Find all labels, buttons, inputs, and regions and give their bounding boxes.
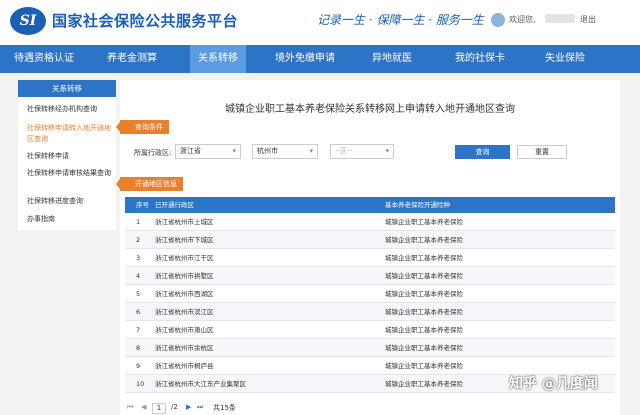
table-row: 4 浙江省杭州市拱墅区 城镇企业职工基本养老保险 xyxy=(125,267,615,285)
cell-region: 浙江省杭州市江干区 xyxy=(155,254,214,262)
record-count: 共15条 xyxy=(213,404,236,412)
col-header-region: 已开通行政区 xyxy=(155,201,194,209)
last-page-icon[interactable]: ⏭ xyxy=(197,403,203,412)
masked-username xyxy=(545,14,575,23)
table-row: 3 浙江省杭州市江干区 城镇企业职工基本养老保险 xyxy=(125,249,615,267)
sidebar-item-progress[interactable]: 社保转移进度查询 xyxy=(27,196,111,207)
cell-index: 7 xyxy=(136,326,141,334)
city-value: 杭州市 xyxy=(257,147,278,155)
si-logo-icon[interactable]: SI xyxy=(10,7,46,35)
cell-region: 浙江省杭州市大江东产业集聚区 xyxy=(155,380,246,388)
header-bar: SI 国家社会保险公共服务平台 记录一生 · 保障一生 · 服务一生 欢迎您, … xyxy=(0,0,640,45)
chevron-down-icon: ▾ xyxy=(385,147,389,155)
cell-insurance: 城镇企业职工基本养老保险 xyxy=(385,326,463,334)
sidebar-item-open-area-query[interactable]: 社保转移申请转入地开通地区查询 xyxy=(27,123,111,145)
cell-index: 1 xyxy=(136,218,141,226)
nav-item-pension-calc[interactable]: 养老金测算 xyxy=(88,45,176,73)
col-header-index: 序号 xyxy=(136,201,149,209)
cell-index: 8 xyxy=(136,344,141,352)
sidebar-item-transfer-apply[interactable]: 社保转移申请 xyxy=(27,151,111,162)
province-select[interactable]: 浙江省 ▾ xyxy=(175,144,241,159)
main-nav: 待遇资格认证 养老金测算 关系转移 境外免缴申请 异地就医 我的社保卡 失业保险 xyxy=(0,45,640,73)
user-avatar-icon xyxy=(491,13,505,27)
cell-region: 浙江省杭州市西湖区 xyxy=(155,290,214,298)
cell-insurance: 城镇企业职工基本养老保险 xyxy=(385,272,463,280)
current-page-input[interactable]: 1 xyxy=(152,403,166,414)
cell-insurance: 城镇企业职工基本养老保险 xyxy=(385,380,463,388)
table-header: 序号 已开通行政区 基本养老保险开通险种 xyxy=(125,197,615,213)
sidebar-item-guide[interactable]: 办事指南 xyxy=(27,214,111,225)
sidebar-item-agency-query[interactable]: 社保转移经办机构查询 xyxy=(27,104,111,115)
query-conditions-tag: 查询条件 xyxy=(116,120,169,134)
cell-region: 浙江省杭州市余杭区 xyxy=(155,344,214,352)
cell-region: 浙江省杭州市下城区 xyxy=(155,236,214,244)
first-page-icon[interactable]: ⏮ xyxy=(127,403,133,412)
cell-index: 4 xyxy=(136,272,141,280)
next-page-icon[interactable]: ▶ xyxy=(186,403,191,411)
cell-index: 3 xyxy=(136,254,141,262)
nav-item-overseas[interactable]: 境外免缴申请 xyxy=(260,45,350,73)
reset-button[interactable]: 重置 xyxy=(517,145,567,159)
logout-link[interactable]: 退出 xyxy=(580,14,596,25)
cell-insurance: 城镇企业职工基本养老保险 xyxy=(385,344,463,352)
col-header-insurance: 基本养老保险开通险种 xyxy=(385,201,450,209)
district-placeholder: --区-- xyxy=(335,147,353,155)
cell-region: 浙江省杭州市萧山区 xyxy=(155,326,214,334)
region-label: 所属行政区: xyxy=(134,149,172,157)
cell-index: 6 xyxy=(136,308,141,316)
cell-region: 浙江省杭州市上城区 xyxy=(155,218,214,226)
table-row: 2 浙江省杭州市下城区 城镇企业职工基本养老保险 xyxy=(125,231,615,249)
table-row: 8 浙江省杭州市余杭区 城镇企业职工基本养老保险 xyxy=(125,339,615,357)
pagination: ⏮ ◀ 1 /2 ▶ ⏭ 共15条 xyxy=(125,403,615,415)
nav-item-unemployment[interactable]: 失业保险 xyxy=(530,45,600,73)
main-panel: 城镇企业职工基本养老保险关系转移网上申请转入地开通地区查询 查询条件 所属行政区… xyxy=(116,80,620,415)
chevron-down-icon: ▾ xyxy=(309,147,313,155)
site-title[interactable]: 国家社会保险公共服务平台 xyxy=(52,10,238,31)
nav-item-qualification[interactable]: 待遇资格认证 xyxy=(0,45,88,73)
page-title: 城镇企业职工基本养老保险关系转移网上申请转入地开通地区查询 xyxy=(225,104,515,115)
cell-region: 浙江省杭州市桐庐县 xyxy=(155,362,214,370)
open-area-tag: 开通地区信息 xyxy=(116,177,183,191)
page-total-text: /2 xyxy=(171,403,178,411)
city-select[interactable]: 杭州市 ▾ xyxy=(252,144,318,159)
cell-insurance: 城镇企业职工基本养老保险 xyxy=(385,218,463,226)
cell-index: 2 xyxy=(136,236,141,244)
province-value: 浙江省 xyxy=(180,147,201,155)
sidebar-item-review-result[interactable]: 社保转移申请审核结果查询 xyxy=(27,168,111,179)
welcome-text: 欢迎您, xyxy=(509,15,536,24)
cell-index: 5 xyxy=(136,290,141,298)
table-row: 1 浙江省杭州市上城区 城镇企业职工基本养老保险 xyxy=(125,213,615,231)
nav-item-transfer[interactable]: 关系转移 xyxy=(190,45,246,73)
cell-insurance: 城镇企业职工基本养老保险 xyxy=(385,362,463,370)
slogan: 记录一生 · 保障一生 · 服务一生 xyxy=(317,13,484,27)
cell-insurance: 城镇企业职工基本养老保险 xyxy=(385,308,463,316)
cell-index: 9 xyxy=(136,362,141,370)
sidebar-header: 关系转移 xyxy=(18,80,116,97)
cell-index: 10 xyxy=(136,380,145,388)
cell-region: 浙江省杭州市滨江区 xyxy=(155,308,214,316)
watermark: 知乎 @几度闻 xyxy=(509,376,598,392)
cell-insurance: 城镇企业职工基本养老保险 xyxy=(385,254,463,262)
chevron-down-icon: ▾ xyxy=(232,147,236,155)
cell-insurance: 城镇企业职工基本养老保险 xyxy=(385,290,463,298)
query-button[interactable]: 查询 xyxy=(455,145,510,159)
table-row: 7 浙江省杭州市萧山区 城镇企业职工基本养老保险 xyxy=(125,321,615,339)
sidebar: 关系转移 社保转移经办机构查询 社保转移申请转入地开通地区查询 社保转移申请 社… xyxy=(18,80,116,230)
cell-region: 浙江省杭州市拱墅区 xyxy=(155,272,214,280)
nav-item-medical[interactable]: 异地就医 xyxy=(360,45,424,73)
nav-item-social-card[interactable]: 我的社保卡 xyxy=(438,45,522,73)
cell-insurance: 城镇企业职工基本养老保险 xyxy=(385,236,463,244)
table-row: 5 浙江省杭州市西湖区 城镇企业职工基本养老保险 xyxy=(125,285,615,303)
table-row: 6 浙江省杭州市滨江区 城镇企业职工基本养老保险 xyxy=(125,303,615,321)
prev-page-icon[interactable]: ◀ xyxy=(141,403,146,411)
district-select[interactable]: --区-- ▾ xyxy=(330,144,394,159)
